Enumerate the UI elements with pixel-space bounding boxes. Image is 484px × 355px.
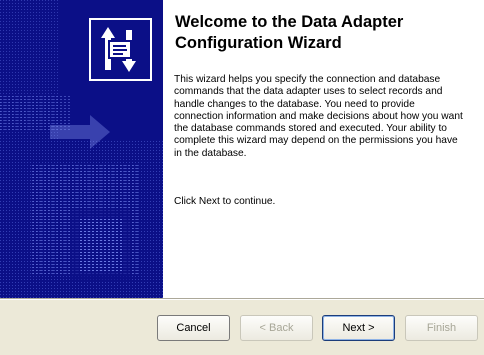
back-button[interactable]: < Back [240,315,313,341]
wizard-title: Welcome to the Data Adapter Configuratio… [175,13,404,52]
wizard-description: This wizard helps you specify the connec… [174,74,463,159]
wizard-content: Welcome to the Data Adapter Configuratio… [163,0,484,298]
wizard-banner [0,0,163,298]
data-adapter-icon [88,17,153,82]
cancel-button[interactable]: Cancel [157,315,230,341]
footer-separator [0,298,484,300]
finish-button[interactable]: Finish [405,315,478,341]
next-button[interactable]: Next > [322,315,395,341]
continue-instruction: Click Next to continue. [174,196,276,207]
